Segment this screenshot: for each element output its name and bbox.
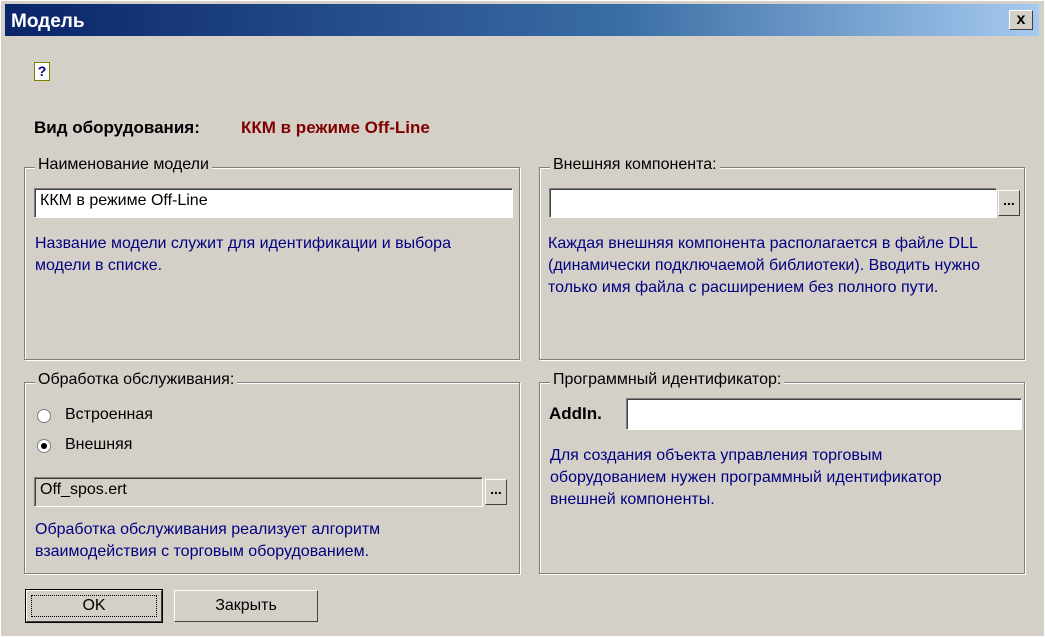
model-name-legend: Наименование модели: [35, 156, 212, 174]
processing-legend: Обработка обслуживания:: [35, 371, 238, 389]
processing-browse-button[interactable]: ...: [485, 479, 507, 505]
external-component-legend: Внешняя компонента:: [550, 156, 720, 174]
window-title: Модель: [11, 11, 85, 32]
external-component-browse-button[interactable]: ...: [998, 190, 1020, 216]
external-radio[interactable]: [37, 439, 51, 453]
external-radio-label[interactable]: Внешняя: [65, 436, 132, 454]
builtin-radio[interactable]: [37, 409, 51, 423]
external-component-hint: Каждая внешняя компонента располагается …: [548, 235, 980, 296]
progid-legend: Программный идентификатор:: [550, 371, 785, 389]
processing-hint: Обработка обслуживания реализует алгорит…: [35, 521, 381, 560]
model-name-group: Наименование модели ККМ в режиме Off-Lin…: [24, 156, 520, 360]
dialog-window: Модель x ? Вид оборудования: ККМ в режим…: [0, 0, 1045, 637]
equipment-type-label: Вид оборудования:: [34, 118, 200, 137]
external-component-input[interactable]: [549, 188, 997, 218]
progid-hint: Для создания объекта управления торговым…: [550, 447, 942, 508]
progid-input[interactable]: [626, 398, 1022, 430]
equipment-type-value: ККМ в режиме Off-Line: [241, 118, 430, 137]
close-button[interactable]: Закрыть: [174, 590, 318, 622]
addin-prefix-label: AddIn.: [549, 404, 602, 423]
close-icon[interactable]: x: [1009, 10, 1033, 30]
model-name-hint: Название модели служит для идентификации…: [35, 235, 451, 274]
radio-selected-dot: [41, 443, 47, 449]
builtin-radio-label[interactable]: Встроенная: [65, 406, 153, 424]
processing-group: Обработка обслуживания: Встроенная Внешн…: [24, 371, 520, 574]
model-name-input[interactable]: ККМ в режиме Off-Line: [34, 188, 513, 218]
processing-file-input[interactable]: Off_spos.ert: [34, 477, 483, 507]
close-button-label: Закрыть: [215, 597, 277, 614]
ok-button[interactable]: OK: [25, 589, 163, 623]
help-icon[interactable]: ?: [34, 62, 50, 81]
external-component-group: Внешняя компонента: ... Каждая внешняя к…: [539, 156, 1025, 360]
ok-button-label: OK: [82, 597, 106, 614]
title-bar[interactable]: Модель x: [5, 4, 1039, 36]
